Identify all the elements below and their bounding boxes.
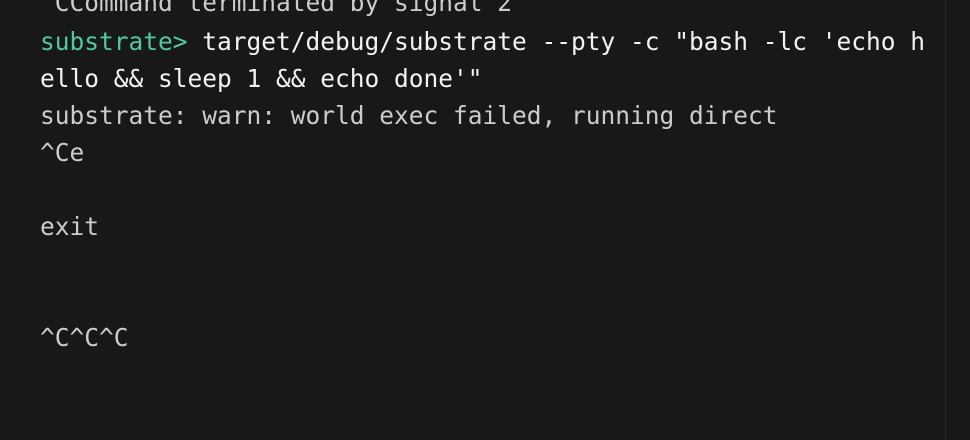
terminal-command-line: substrate> target/debug/substrate --pty …: [40, 23, 925, 60]
terminal-prompt: substrate>: [40, 27, 188, 56]
terminal-command-text: target/debug/substrate --pty -c "bash -l…: [187, 27, 926, 56]
scrollbar-divider: [945, 0, 946, 440]
terminal-line-ctrl-c-e: ^Ce: [40, 138, 85, 167]
terminal-line-exit: exit: [40, 212, 100, 241]
terminal-line-signal: ^CCommand terminated by signal 2: [40, 0, 513, 17]
terminal-line-ctrl-c-repeat: ^C^C^C: [40, 323, 129, 352]
terminal-line-warn: substrate: warn: world exec failed, runn…: [40, 101, 778, 130]
terminal-output[interactable]: ^CCommand terminated by signal 2 substra…: [0, 0, 970, 440]
terminal-command-wrap: ello && sleep 1 && echo done'": [40, 64, 483, 93]
